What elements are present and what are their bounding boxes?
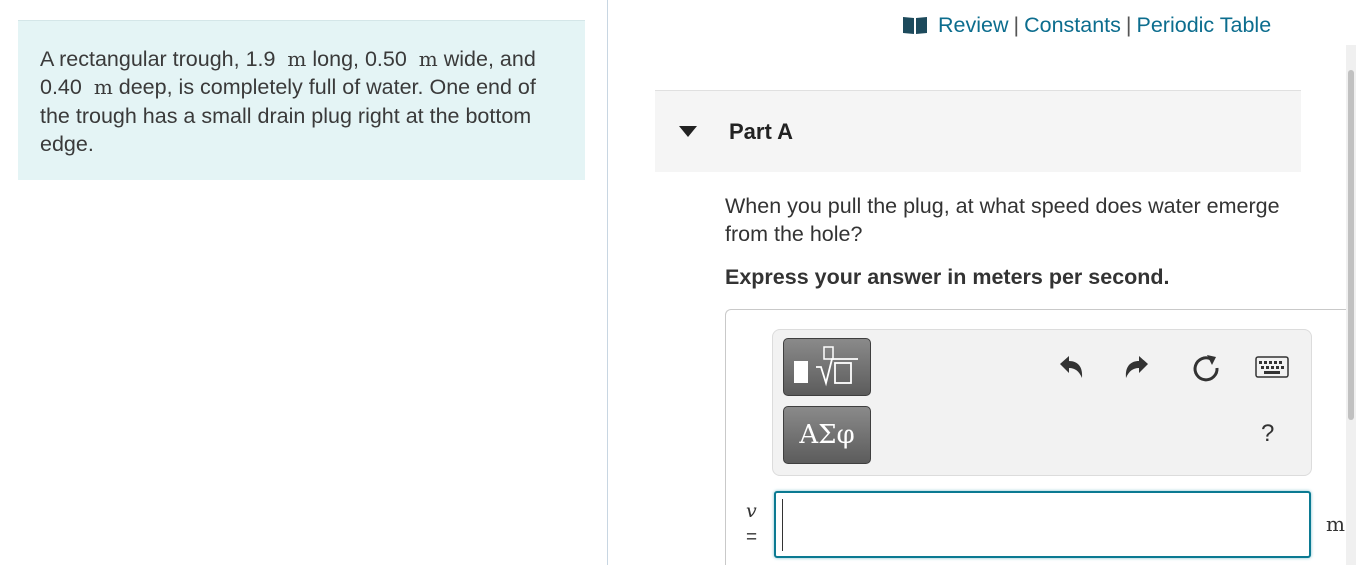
constants-link[interactable]: Constants: [1024, 13, 1121, 38]
equals-sign: =: [746, 527, 758, 548]
review-link[interactable]: Review: [938, 13, 1009, 38]
resource-links: Review | Constants | Periodic Table: [902, 10, 1271, 40]
book-icon: [903, 17, 927, 34]
math-toolbar: ΑΣφ ?: [772, 329, 1312, 476]
problem-text-4: deep, is completely full of water. One e…: [40, 75, 536, 156]
unit-m-3: m: [93, 75, 113, 100]
problem-pane: A rectangular trough, 1.9 m long, 0.50 m…: [0, 0, 608, 565]
scrollbar[interactable]: [1346, 45, 1356, 565]
reset-button[interactable]: [1189, 350, 1223, 384]
answer-input[interactable]: [774, 491, 1311, 558]
answer-unit: m: [1326, 512, 1345, 536]
unit-m-1: m: [287, 47, 307, 71]
help-button[interactable]: ?: [1261, 420, 1274, 448]
link-separator: |: [1013, 12, 1020, 37]
undo-button[interactable]: [1055, 350, 1089, 384]
part-a-header[interactable]: Part A: [655, 90, 1301, 172]
link-separator: |: [1125, 12, 1132, 37]
scrollbar-thumb[interactable]: [1348, 70, 1354, 420]
collapse-caret-icon[interactable]: [679, 126, 697, 137]
undo-icon: [1060, 356, 1083, 378]
unit-m-2: m: [418, 47, 438, 71]
redo-button[interactable]: [1119, 350, 1153, 384]
problem-statement: A rectangular trough, 1.9 m long, 0.50 m…: [40, 45, 563, 158]
redo-icon: [1125, 356, 1148, 378]
greek-symbols-button[interactable]: ΑΣφ: [783, 406, 871, 464]
keyboard-icon: [1255, 356, 1289, 378]
text-cursor: [782, 499, 783, 551]
periodic-table-link[interactable]: Periodic Table: [1137, 13, 1272, 38]
part-title: Part A: [729, 119, 793, 144]
answer-instruction: Express your answer in meters per second…: [725, 265, 1170, 289]
question-text: When you pull the plug, at what speed do…: [725, 194, 1280, 247]
reset-icon: [1193, 355, 1219, 382]
problem-text-2: long, 0.50: [312, 47, 407, 71]
answer-variable: v: [746, 500, 757, 522]
keyboard-button[interactable]: [1255, 350, 1289, 384]
problem-text-1: A rectangular trough, 1.9: [40, 47, 276, 71]
templates-icon: [794, 346, 858, 387]
templates-button[interactable]: [783, 338, 871, 396]
problem-statement-box: A rectangular trough, 1.9 m long, 0.50 m…: [18, 20, 585, 180]
